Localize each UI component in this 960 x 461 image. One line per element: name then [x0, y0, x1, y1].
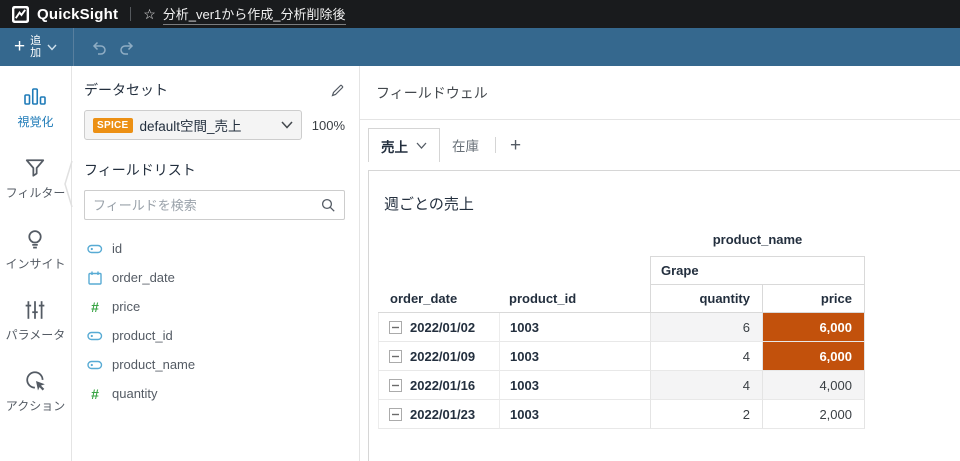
main-area: フィールドウェル 売上 在庫 + 週ごとの売上 product_name Gra… [360, 66, 960, 461]
plus-icon: + [14, 35, 26, 57]
column-header-product-id[interactable]: product_id [499, 285, 650, 313]
tab-sales[interactable]: 売上 [368, 128, 440, 162]
string-field-icon [87, 244, 103, 253]
price-cell: 6,000 [762, 342, 865, 371]
table-row: 2022/01/09 1003 4 6,000 [378, 342, 865, 371]
field-search-box [84, 190, 345, 220]
table-row: 2022/01/23 1003 2 2,000 [378, 400, 865, 429]
field-search-input[interactable] [93, 197, 321, 213]
field-item-product-id[interactable]: product_id [84, 321, 345, 350]
tab-separator [495, 137, 496, 153]
app-name: QuickSight [37, 5, 119, 23]
sidebar-item-actions[interactable]: アクション [6, 370, 65, 414]
chevron-down-icon [47, 44, 57, 51]
action-cursor-icon [25, 371, 45, 391]
field-item-price[interactable]: # price [84, 292, 345, 321]
sidebar-item-parameters[interactable]: パラメータ [6, 299, 65, 343]
field-list: id order_date # price product_id product… [84, 234, 345, 408]
dataset-panel-title: データセット [84, 82, 168, 98]
price-cell: 6,000 [762, 313, 865, 342]
visual-title: 週ごとの売上 [384, 196, 474, 213]
spice-badge: SPICE [93, 117, 133, 133]
field-item-product-name[interactable]: product_name [84, 350, 345, 379]
chevron-down-icon [281, 121, 293, 129]
collapse-minus-icon[interactable] [389, 320, 402, 334]
favorite-star-icon[interactable]: ☆ [143, 7, 156, 21]
redo-icon[interactable] [118, 40, 136, 55]
analysis-title: 分析_ver1から作成_分析削除後 [162, 4, 346, 25]
field-item-quantity[interactable]: # quantity [84, 379, 345, 408]
sidebar-item-filter[interactable]: フィルター [6, 157, 65, 201]
collapse-minus-icon[interactable] [389, 407, 402, 421]
collapse-minus-icon[interactable] [389, 349, 402, 363]
column-header-price[interactable]: price [762, 285, 865, 313]
field-item-order-date[interactable]: order_date [84, 263, 345, 292]
bar-chart-icon [24, 88, 47, 105]
field-wells-bar[interactable]: フィールドウェル [360, 66, 960, 120]
column-header-quantity[interactable]: quantity [650, 285, 762, 313]
edit-dataset-pencil-icon[interactable] [330, 83, 345, 98]
sidebar-item-visualize[interactable]: 視覚化 [17, 86, 54, 130]
pivot-column-value[interactable]: Grape [650, 256, 865, 285]
date-field-icon [88, 271, 102, 285]
number-field-icon: # [91, 298, 99, 315]
undo-icon[interactable] [90, 40, 108, 55]
search-icon [321, 198, 335, 212]
sliders-icon [26, 301, 45, 319]
toolbar: + 追加 [0, 28, 960, 66]
sheet-canvas: 週ごとの売上 product_name Grape order_date pro… [360, 162, 960, 461]
dataset-panel: データセット SPICE default空間_売上 100% フィールドリスト … [72, 66, 360, 461]
quicksight-app: QuickSight ☆ 分析_ver1から作成_分析削除後 + 追加 視覚化 … [0, 0, 960, 461]
pivot-column-dimension: product_name [712, 232, 803, 247]
tab-inventory[interactable]: 在庫 [440, 128, 491, 162]
string-field-icon [87, 360, 103, 369]
table-row: 2022/01/16 1003 4 4,000 [378, 371, 865, 400]
top-bar: QuickSight ☆ 分析_ver1から作成_分析削除後 [0, 0, 960, 28]
collapse-minus-icon[interactable] [389, 378, 402, 392]
column-header-order-date[interactable]: order_date [378, 285, 499, 313]
filter-funnel-icon [26, 159, 45, 177]
string-field-icon [87, 331, 103, 340]
add-button-label: 追加 [30, 35, 42, 59]
price-cell: 4,000 [762, 371, 865, 400]
number-field-icon: # [91, 385, 99, 402]
add-button[interactable]: + 追加 [0, 28, 67, 66]
table-row: 2022/01/02 1003 6 6,000 [378, 313, 865, 342]
lightbulb-icon [28, 230, 43, 249]
price-cell: 2,000 [762, 400, 865, 429]
dataset-name: default空間_売上 [139, 119, 242, 134]
topbar-divider [130, 7, 132, 21]
pivot-visual-container[interactable]: 週ごとの売上 product_name Grape order_date pro… [368, 170, 960, 461]
left-nav-rail: 視覚化 フィルター インサイト パラメータ アクション [0, 66, 72, 461]
field-item-id[interactable]: id [84, 234, 345, 263]
ingestion-percentage: 100% [311, 117, 345, 133]
chevron-down-icon [416, 142, 427, 149]
quicksight-logo-icon[interactable] [12, 5, 29, 23]
panel-collapse-handle[interactable] [64, 161, 73, 207]
pivot-table: product_name Grape order_date product_id… [378, 223, 865, 429]
sidebar-item-insights[interactable]: インサイト [5, 228, 66, 272]
field-list-title: フィールドリスト [84, 162, 196, 178]
sheet-tab-bar: 売上 在庫 + [360, 120, 960, 162]
add-sheet-button[interactable]: + [500, 136, 531, 155]
dataset-dropdown[interactable]: SPICE default空間_売上 [84, 110, 302, 140]
